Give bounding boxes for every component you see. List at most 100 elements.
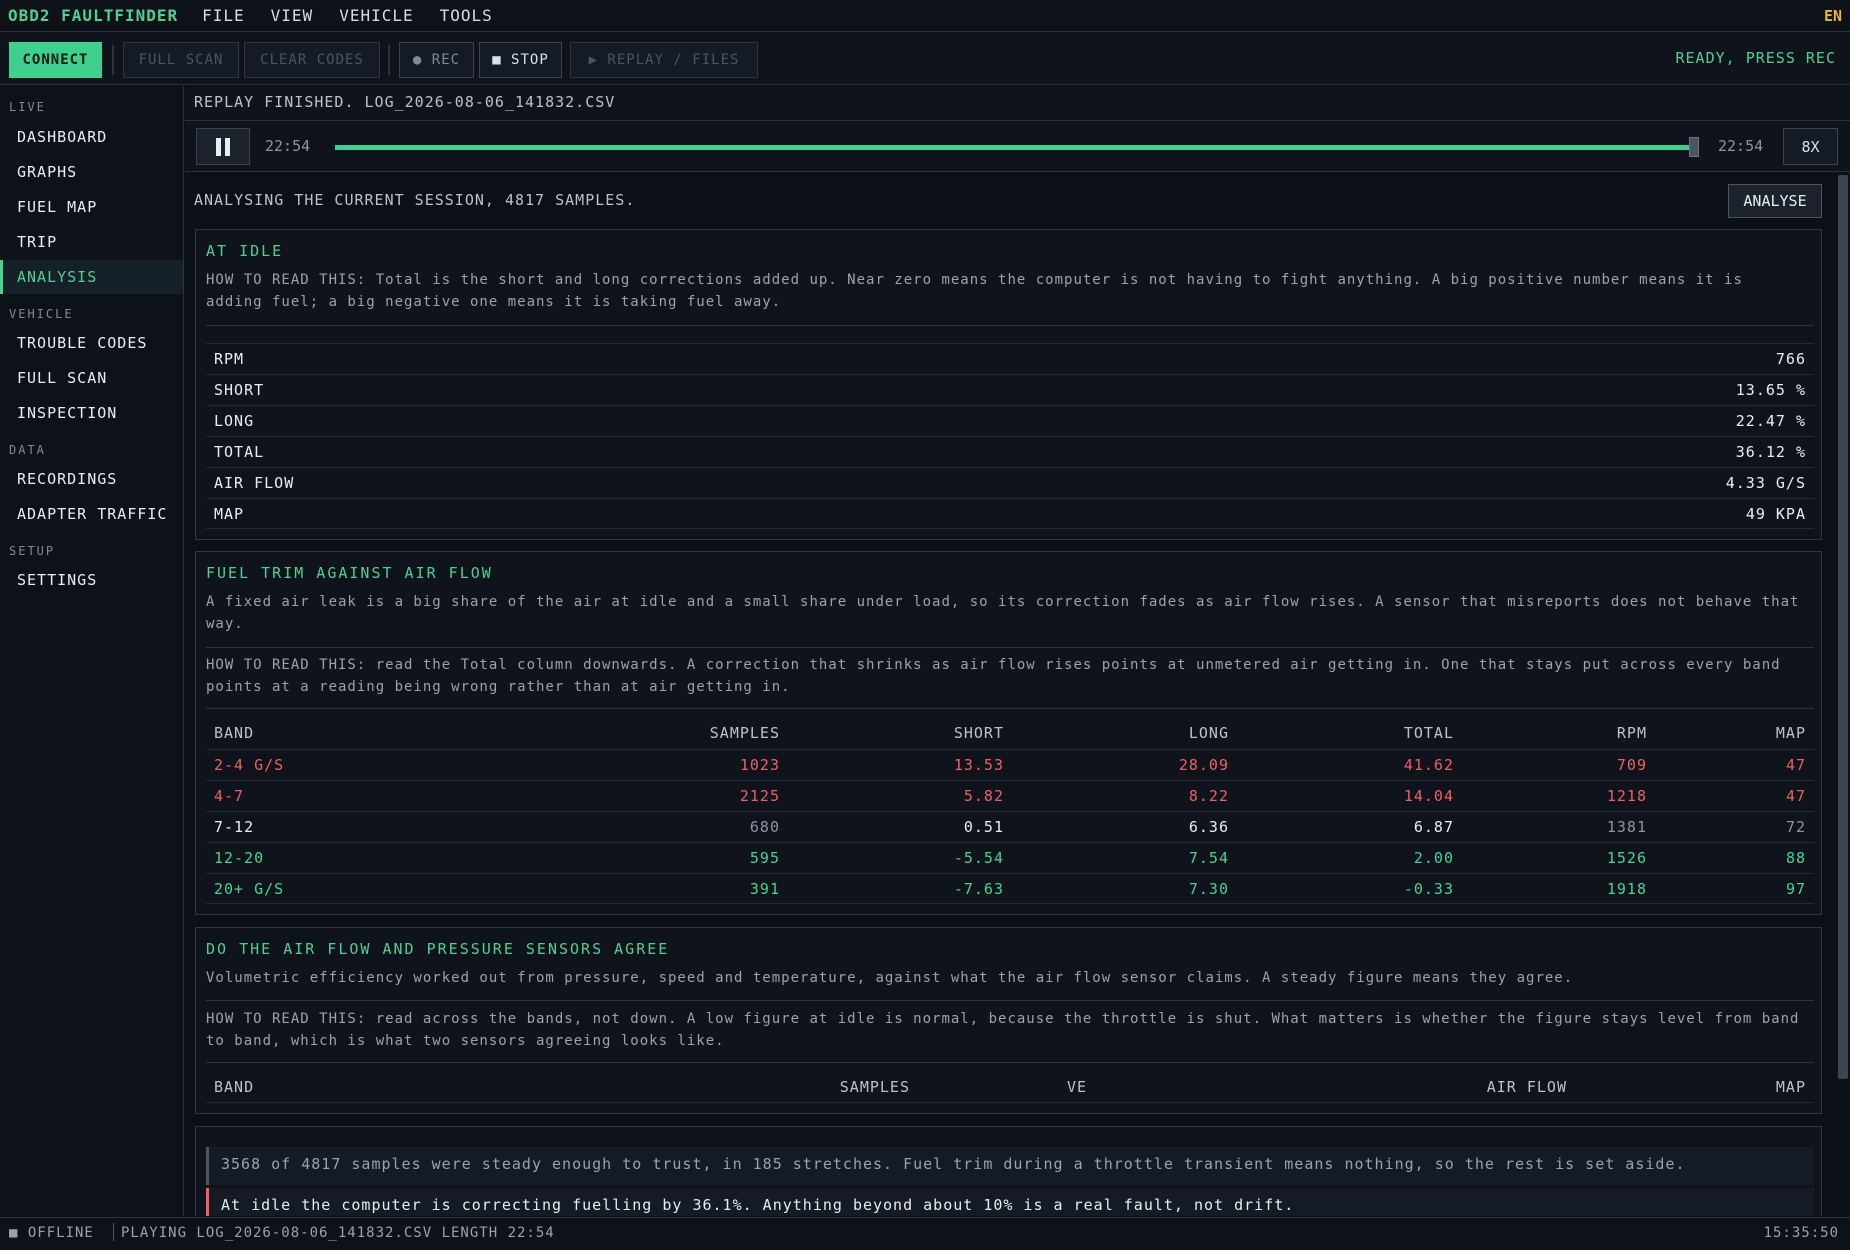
cell-band: 4-7 <box>214 787 245 805</box>
toolbar: CONNECT FULL SCAN CLEAR CODES ● REC ■ ST… <box>0 33 1850 85</box>
idle-row-rpm: RPM 766 <box>206 343 1814 374</box>
column-header-band: BAND <box>214 724 255 742</box>
sensors-card: DO THE AIR FLOW AND PRESSURE SENSORS AGR… <box>195 927 1822 1114</box>
table-row: 4-7 2125 5.82 8.22 14.04 1218 47 <box>206 780 1814 811</box>
replay-time-current: 22:54 <box>265 137 311 155</box>
row-value: 36.12 % <box>1735 443 1806 461</box>
speed-button[interactable]: 8X <box>1783 128 1838 165</box>
analyse-button[interactable]: ANALYSE <box>1728 184 1822 218</box>
row-label: RPM <box>214 350 245 368</box>
row-label: AIR FLOW <box>214 474 295 492</box>
row-label: LONG <box>214 412 255 430</box>
divider <box>206 1000 1814 1001</box>
cell-samples: 680 <box>749 818 780 836</box>
replay-slider-thumb[interactable] <box>1689 137 1699 157</box>
sidebar-item-dashboard[interactable]: DASHBOARD <box>0 120 183 154</box>
pause-icon <box>225 137 230 156</box>
summary-card: 3568 of 4817 samples were steady enough … <box>195 1126 1822 1216</box>
sidebar-item-trip[interactable]: TRIP <box>0 225 183 259</box>
menu-tools[interactable]: TOOLS <box>440 6 493 25</box>
replay-message: REPLAY FINISHED. LOG_2026-08-06_141832.C… <box>185 86 1850 121</box>
cell-rpm: 1918 <box>1606 880 1647 898</box>
table-row: 7-12 680 0.51 6.36 6.87 1381 72 <box>206 811 1814 842</box>
cell-rpm: 1218 <box>1606 787 1647 805</box>
sidebar-item-adapter-traffic[interactable]: ADAPTER TRAFFIC <box>0 497 183 531</box>
idle-how-to-read: HOW TO READ THIS: Total is the short and… <box>206 272 1743 310</box>
sidebar-item-settings[interactable]: SETTINGS <box>0 563 183 597</box>
sidebar-item-inspection[interactable]: INSPECTION <box>0 396 183 430</box>
row-label: MAP <box>214 504 245 523</box>
menu-vehicle[interactable]: VEHICLE <box>339 6 413 25</box>
sidebar: LIVE DASHBOARD GRAPHS FUEL MAP TRIP ANAL… <box>0 86 184 1216</box>
cell-short: 5.82 <box>963 787 1004 805</box>
fuel-trim-description: A fixed air leak is a big share of the a… <box>206 594 1800 632</box>
idle-row-map: MAP 49 KPA <box>206 498 1814 529</box>
clear-codes-button[interactable]: CLEAR CODES <box>244 42 380 78</box>
row-label: TOTAL <box>214 443 265 461</box>
cell-map: 97 <box>1785 880 1806 898</box>
cell-band: 7-12 <box>214 818 255 836</box>
cell-total: 41.62 <box>1403 756 1454 774</box>
idle-row-short: SHORT 13.65 % <box>206 374 1814 405</box>
menu-file[interactable]: FILE <box>202 6 245 25</box>
cell-rpm: 1381 <box>1606 818 1647 836</box>
column-header-rpm: RPM <box>1616 724 1647 742</box>
main-scrollbar[interactable] <box>1835 173 1850 1216</box>
language-selector[interactable]: EN <box>1824 7 1842 25</box>
sensors-description: Volumetric efficiency worked out from pr… <box>206 970 1574 986</box>
cell-map: 88 <box>1785 849 1806 867</box>
status-bar: ■ OFFLINE PLAYING LOG_2026-08-06_141832.… <box>0 1217 1850 1250</box>
idle-fault-note: At idle the computer is correcting fuell… <box>206 1188 1814 1216</box>
divider <box>206 1062 1814 1063</box>
connect-button[interactable]: CONNECT <box>9 42 102 78</box>
row-value: 4.33 G/S <box>1725 474 1806 492</box>
column-header-samples: SAMPLES <box>709 724 780 742</box>
sidebar-item-analysis[interactable]: ANALYSIS <box>0 260 183 294</box>
analysis-intro: ANALYSING THE CURRENT SESSION, 4817 SAMP… <box>194 191 636 209</box>
column-header-air-flow: AIR FLOW <box>1486 1078 1567 1096</box>
fuel-trim-header-row: BAND SAMPLES SHORT LONG TOTAL RPM MAP <box>206 718 1814 749</box>
sidebar-item-recordings[interactable]: RECORDINGS <box>0 462 183 496</box>
connection-status: ■ OFFLINE <box>9 1225 94 1241</box>
sensors-title: DO THE AIR FLOW AND PRESSURE SENSORS AGR… <box>206 940 670 958</box>
table-row: 2-4 G/S 1023 13.53 28.09 41.62 709 47 <box>206 749 1814 780</box>
row-value: 13.65 % <box>1735 381 1806 399</box>
sidebar-heading-data: DATA <box>9 443 46 457</box>
toolbar-status: READY, PRESS REC <box>1675 49 1836 67</box>
cell-long: 7.54 <box>1188 849 1229 867</box>
replay-progress-slider[interactable] <box>335 137 1699 157</box>
replay-progress-fill <box>335 145 1695 150</box>
replay-files-button[interactable]: ▶ REPLAY / FILES <box>570 42 758 78</box>
idle-row-total: TOTAL 36.12 % <box>206 436 1814 467</box>
playback-status: PLAYING LOG_2026-08-06_141832.CSV LENGTH… <box>121 1225 555 1241</box>
cell-long: 6.36 <box>1188 818 1229 836</box>
cell-total: 14.04 <box>1403 787 1454 805</box>
cell-long: 8.22 <box>1188 787 1229 805</box>
replay-time-total: 22:54 <box>1718 137 1764 155</box>
cell-samples: 391 <box>749 880 780 898</box>
menu-view[interactable]: VIEW <box>271 6 314 25</box>
sidebar-item-graphs[interactable]: GRAPHS <box>0 155 183 189</box>
pause-button[interactable] <box>196 128 250 165</box>
cell-long: 7.30 <box>1188 880 1229 898</box>
sidebar-heading-setup: SETUP <box>9 544 56 558</box>
toolbar-divider <box>112 45 114 75</box>
cell-map: 47 <box>1785 787 1806 805</box>
full-scan-button[interactable]: FULL SCAN <box>123 42 239 78</box>
sidebar-item-full-scan[interactable]: FULL SCAN <box>0 361 183 395</box>
rec-button[interactable]: ● REC <box>399 42 474 78</box>
cell-samples: 2125 <box>739 787 780 805</box>
column-header-samples: SAMPLES <box>839 1078 910 1096</box>
sidebar-item-fuel-map[interactable]: FUEL MAP <box>0 190 183 224</box>
column-header-map: MAP <box>1775 1078 1806 1096</box>
sidebar-item-trouble-codes[interactable]: TROUBLE CODES <box>0 326 183 360</box>
scrollbar-thumb[interactable] <box>1838 175 1848 1079</box>
table-row: 12-20 595 -5.54 7.54 2.00 1526 88 <box>206 842 1814 873</box>
idle-row-long: LONG 22.47 % <box>206 405 1814 436</box>
sidebar-heading-live: LIVE <box>9 100 46 114</box>
stop-button[interactable]: ■ STOP <box>479 42 562 78</box>
row-value: 22.47 % <box>1735 412 1806 430</box>
column-header-long: LONG <box>1188 724 1229 742</box>
divider <box>206 708 1814 709</box>
cell-total: 6.87 <box>1413 818 1454 836</box>
